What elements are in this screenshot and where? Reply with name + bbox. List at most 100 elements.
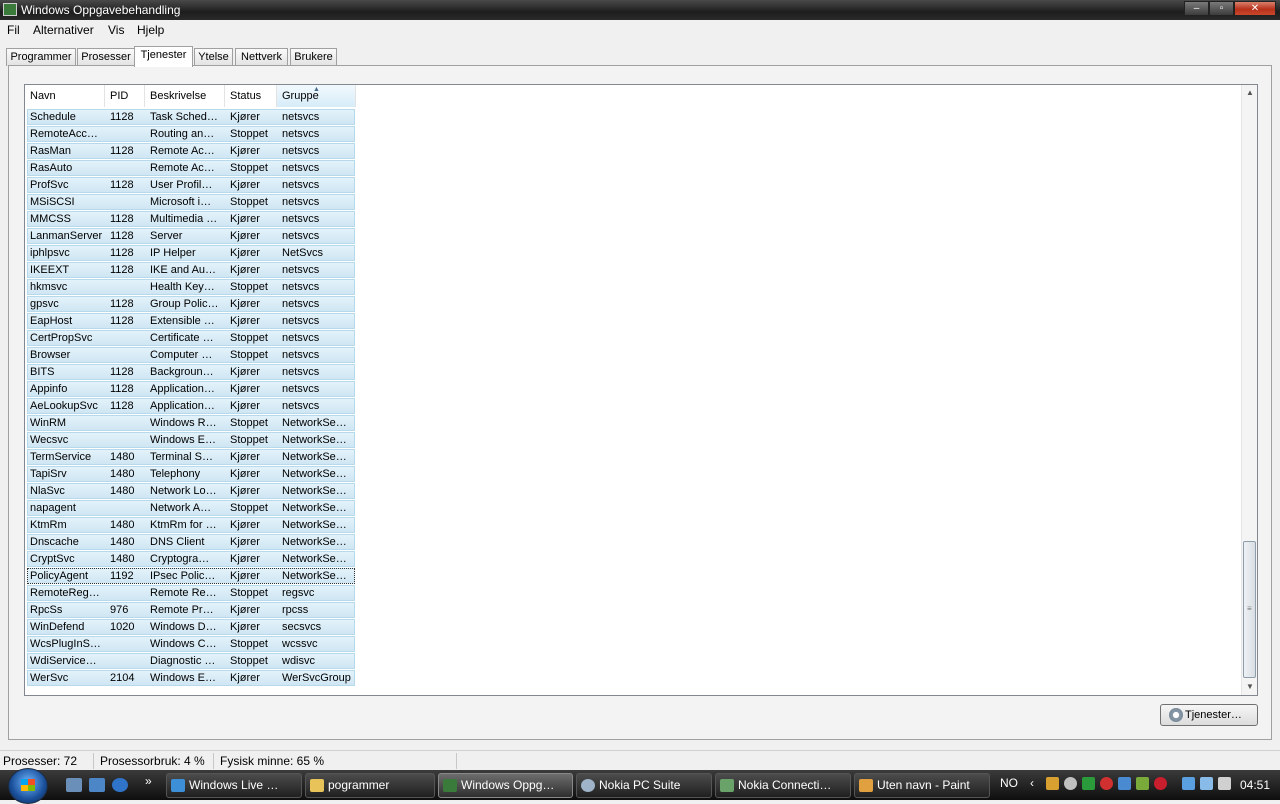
tray-expand-icon[interactable]: ‹ [1030, 776, 1034, 790]
scroll-up-arrow-icon[interactable]: ▲ [1242, 85, 1257, 101]
tray-network-icon[interactable] [1118, 777, 1131, 790]
table-row[interactable]: iphlpsvc 1128 IP Helper Kjører NetSvcs [27, 245, 355, 261]
tab-prosesser[interactable]: Prosesser [77, 48, 135, 66]
column-header-status[interactable]: Status [225, 85, 277, 107]
scroll-thumb[interactable]: ≡ [1243, 541, 1256, 678]
menu-alternativer[interactable]: Alternativer [33, 23, 94, 37]
table-row[interactable]: MSiSCSI Microsoft i… Stoppet netsvcs [27, 194, 355, 210]
tab-tjenester[interactable]: Tjenester [134, 46, 193, 67]
taskbar-button-nokia-pc-suite[interactable]: Nokia PC Suite [576, 773, 712, 798]
table-row[interactable]: RemoteReg… Remote Re… Stoppet regsvc [27, 585, 355, 601]
tray-green-icon[interactable] [1082, 777, 1095, 790]
taskbar-button-task-manager[interactable]: Windows Oppg… [438, 773, 573, 798]
cell-pid: 1128 [110, 264, 134, 276]
tab-nettverk[interactable]: Nettverk [235, 48, 288, 66]
cell-pid: 1480 [110, 553, 135, 565]
table-row[interactable]: WinRM Windows R… Stoppet NetworkSe… [27, 415, 355, 431]
table-row[interactable]: RasMan 1128 Remote Ac… Kjører netsvcs [27, 143, 355, 159]
table-row[interactable]: RpcSs 976 Remote Pr… Kjører rpcss [27, 602, 355, 618]
table-row[interactable]: WerSvc 2104 Windows E… Kjører WerSvcGroup [27, 670, 355, 686]
quicklaunch-more-icon[interactable]: » [145, 774, 152, 788]
sort-ascending-icon: ▲ [313, 86, 320, 93]
cell-status: Stoppet [230, 281, 268, 293]
title-bar: Windows Oppgavebehandling – ▫ ✕ [0, 0, 1280, 20]
internet-explorer-icon[interactable] [112, 778, 128, 792]
tab-brukere[interactable]: Brukere [290, 48, 337, 66]
clock[interactable]: 04:51 [1240, 778, 1270, 792]
close-button[interactable]: ✕ [1234, 1, 1276, 16]
tray-flag-icon[interactable] [1136, 777, 1149, 790]
cell-name: TapiSrv [30, 468, 67, 480]
cell-description: Terminal S… [150, 451, 213, 463]
table-row[interactable]: hkmsvc Health Key… Stoppet netsvcs [27, 279, 355, 295]
tab-ytelse[interactable]: Ytelse [194, 48, 233, 66]
start-button[interactable] [8, 768, 48, 804]
table-row[interactable]: gpsvc 1128 Group Polic… Kjører netsvcs [27, 296, 355, 312]
cell-pid: 1128 [110, 366, 134, 378]
menu-vis[interactable]: Vis [108, 23, 124, 37]
column-header-navn[interactable]: Navn [25, 85, 105, 107]
table-row[interactable]: ProfSvc 1128 User Profil… Kjører netsvcs [27, 177, 355, 193]
table-row[interactable]: Wecsvc Windows E… Stoppet NetworkSe… [27, 432, 355, 448]
tray-network-status-icon[interactable] [1200, 777, 1213, 790]
table-row[interactable]: TermService 1480 Terminal S… Kjører NetworkS… [27, 449, 355, 465]
table-row[interactable]: EapHost 1128 Extensible … Kjører netsvcs [27, 313, 355, 329]
maximize-button[interactable]: ▫ [1209, 1, 1234, 16]
show-desktop-icon[interactable] [66, 778, 82, 792]
table-row[interactable]: KtmRm 1480 KtmRm for … Kjører NetworkSe… [27, 517, 355, 533]
taskbar-button-windows-live[interactable]: Windows Live … [166, 773, 302, 798]
table-row[interactable]: CertPropSvc Certificate … Stoppet netsvcs [27, 330, 355, 346]
minimize-button[interactable]: – [1184, 1, 1209, 16]
scroll-down-arrow-icon[interactable]: ▼ [1242, 679, 1257, 695]
table-row[interactable]: BITS 1128 Backgroun… Kjører netsvcs [27, 364, 355, 380]
menu-fil[interactable]: Fil [7, 23, 20, 37]
cell-pid: 1128 [110, 145, 134, 157]
table-row[interactable]: napagent Network A… Stoppet NetworkSe… [27, 500, 355, 516]
vertical-scrollbar[interactable]: ▲ ≡ ▼ [1241, 85, 1257, 695]
services-button[interactable]: Tjenester… [1160, 704, 1258, 726]
table-row[interactable]: MMCSS 1128 Multimedia … Kjører netsvcs [27, 211, 355, 227]
cell-name: WinDefend [30, 621, 85, 633]
cell-name: EapHost [30, 315, 73, 327]
status-memory: Fysisk minne: 65 % [220, 754, 325, 768]
table-row[interactable]: WdiService… Diagnostic … Stoppet wdisvc [27, 653, 355, 669]
column-header-pid[interactable]: PID [105, 85, 145, 107]
table-row[interactable]: Dnscache 1480 DNS Client Kjører NetworkSe… [27, 534, 355, 550]
table-row[interactable]: Appinfo 1128 Application… Kjører netsvcs [27, 381, 355, 397]
table-row[interactable]: LanmanServer 1128 Server Kjører netsvcs [27, 228, 355, 244]
table-row[interactable]: WinDefend 1020 Windows D… Kjører secsvcs [27, 619, 355, 635]
tab-programmer[interactable]: Programmer [6, 48, 76, 66]
taskbar-button-nokia-connectivity[interactable]: Nokia Connecti… [715, 773, 851, 798]
table-row[interactable]: RasAuto Remote Ac… Stoppet netsvcs [27, 160, 355, 176]
column-header-gruppe[interactable]: Gruppe ▲ [277, 85, 356, 107]
column-header-beskrivelse[interactable]: Beskrivelse [145, 85, 225, 107]
tray-clock-icon[interactable] [1064, 777, 1077, 790]
table-row[interactable]: NlaSvc 1480 Network Lo… Kjører NetworkSe… [27, 483, 355, 499]
volume-icon[interactable] [1218, 777, 1231, 790]
table-row[interactable]: AeLookupSvc 1128 Application… Kjører netsvcs [27, 398, 355, 414]
cell-group: regsvc [282, 587, 315, 599]
table-row[interactable]: TapiSrv 1480 Telephony Kjører NetworkSe… [27, 466, 355, 482]
table-row[interactable]: Schedule 1128 Task Sched… Kjører netsvcs [27, 109, 355, 125]
menu-hjelp[interactable]: Hjelp [137, 23, 164, 37]
table-row[interactable]: PolicyAgent 1192 IPsec Polic… Kjører Network… [27, 568, 355, 584]
tray-phone-icon[interactable] [1182, 777, 1195, 790]
table-row[interactable]: IKEEXT 1128 IKE and Au… Kjører netsvcs [27, 262, 355, 278]
table-row[interactable]: Browser Computer … Stoppet netsvcs [27, 347, 355, 363]
switch-windows-icon[interactable] [89, 778, 105, 792]
services-list[interactable]: Navn PID Beskrivelse Status Gruppe ▲ Sch… [24, 84, 1258, 696]
table-row[interactable]: WcsPlugInS… Windows C… Stoppet wcssvc [27, 636, 355, 652]
cell-status: Kjører [230, 247, 260, 259]
taskbar-button-pogrammer[interactable]: pogrammer [305, 773, 435, 798]
language-indicator[interactable]: NO [1000, 776, 1018, 790]
tray-app-icon[interactable] [1046, 777, 1059, 790]
tray-error-icon[interactable] [1100, 777, 1113, 790]
table-row[interactable]: RemoteAcc… Routing an… Stoppet netsvcs [27, 126, 355, 142]
cell-pid: 1128 [110, 383, 134, 395]
cell-status: Kjører [230, 383, 260, 395]
tray-opera-icon[interactable] [1154, 777, 1167, 790]
table-row[interactable]: CryptSvc 1480 Cryptogra… Kjører NetworkSe… [27, 551, 355, 567]
cell-description: Certificate … [150, 332, 214, 344]
taskbar-button-paint[interactable]: Uten navn - Paint [854, 773, 990, 798]
cell-pid [110, 280, 146, 295]
